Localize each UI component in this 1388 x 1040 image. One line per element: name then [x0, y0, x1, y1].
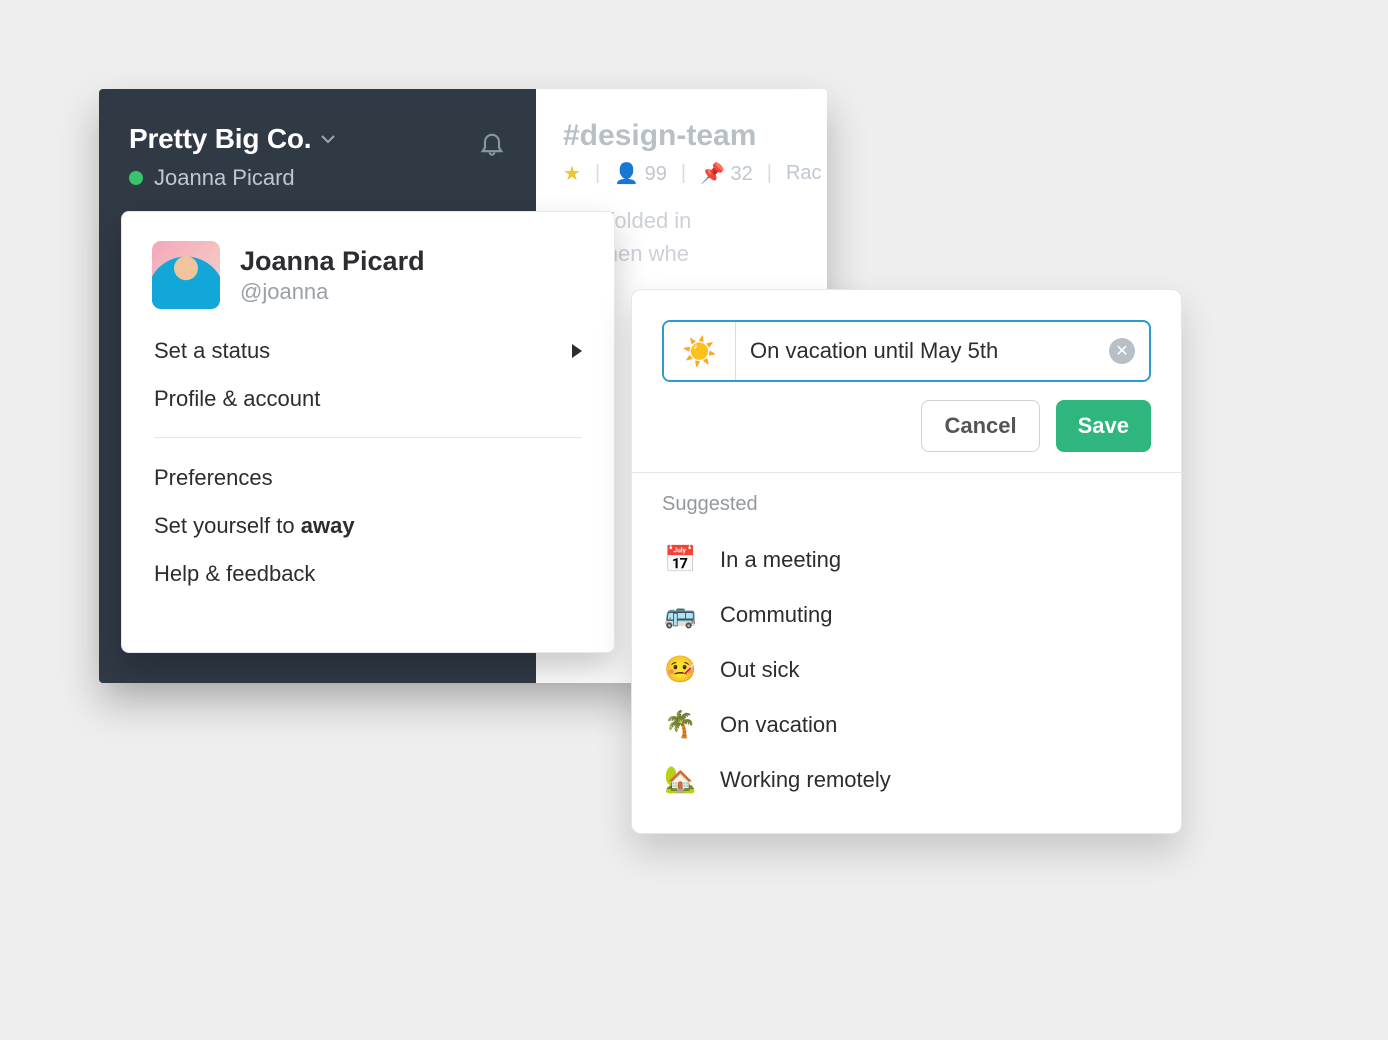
menu-item-preferences[interactable]: Preferences: [150, 454, 586, 502]
suggested-item-label: Working remotely: [720, 767, 891, 793]
sick-face-icon: 🤒: [664, 654, 696, 685]
suggested-item-label: Commuting: [720, 602, 832, 628]
status-input-field[interactable]: ☀️ On vacation until May 5th ✕: [662, 320, 1151, 382]
workspace-switcher[interactable]: Pretty Big Co.: [129, 123, 506, 155]
channel-topic-fragment: Rac: [786, 162, 822, 185]
save-button[interactable]: Save: [1056, 400, 1151, 452]
pins-count[interactable]: 📌 32: [700, 161, 753, 186]
menu-item-profile-account[interactable]: Profile & account: [150, 375, 586, 423]
presence-line[interactable]: Joanna Picard: [129, 165, 506, 191]
status-text-input[interactable]: On vacation until May 5th: [736, 338, 1109, 364]
calendar-icon: 📅: [664, 544, 696, 575]
cancel-button[interactable]: Cancel: [921, 400, 1039, 452]
avatar[interactable]: [152, 241, 220, 309]
chevron-down-icon: [321, 132, 335, 150]
suggested-item-label: On vacation: [720, 712, 837, 738]
close-icon: ✕: [1115, 341, 1128, 361]
bell-icon[interactable]: [478, 129, 506, 157]
suggested-item-remote[interactable]: 🏡 Working remotely: [662, 754, 1151, 805]
suggested-item-label: Out sick: [720, 657, 799, 683]
star-icon[interactable]: ★: [563, 161, 581, 186]
current-user-name: Joanna Picard: [154, 165, 295, 191]
bus-icon: 🚌: [664, 599, 696, 630]
house-icon: 🏡: [664, 764, 696, 795]
suggested-item-commuting[interactable]: 🚌 Commuting: [662, 589, 1151, 640]
status-emoji-picker[interactable]: ☀️: [664, 322, 736, 380]
user-menu-header: Joanna Picard @joanna: [122, 212, 614, 319]
palm-tree-icon: 🌴: [664, 709, 696, 740]
sun-icon: ☀️: [682, 335, 717, 368]
user-menu-name: Joanna Picard: [240, 246, 425, 277]
status-popover: ☀️ On vacation until May 5th ✕ Cancel Sa…: [631, 289, 1182, 834]
channel-name[interactable]: #design-team: [563, 119, 827, 153]
arrow-right-icon: [572, 344, 582, 358]
menu-separator: [154, 437, 582, 438]
workspace-name: Pretty Big Co.: [129, 123, 311, 155]
channel-meta: ★ | 👤 99 | 📌 32 | Rac: [563, 161, 827, 186]
suggested-heading: Suggested: [662, 493, 1151, 516]
clear-status-button[interactable]: ✕: [1109, 338, 1135, 364]
suggested-list: 📅 In a meeting 🚌 Commuting 🤒 Out sick 🌴 …: [662, 534, 1151, 805]
members-count[interactable]: 👤 99: [614, 161, 667, 186]
suggested-item-label: In a meeting: [720, 547, 841, 573]
suggested-item-meeting[interactable]: 📅 In a meeting: [662, 534, 1151, 585]
pin-icon: 📌: [700, 163, 725, 185]
person-icon: 👤: [614, 163, 639, 185]
user-menu-popover: Joanna Picard @joanna Set a status Profi…: [121, 211, 615, 653]
menu-item-set-away[interactable]: Set yourself to away: [150, 502, 586, 550]
suggested-item-out-sick[interactable]: 🤒 Out sick: [662, 644, 1151, 695]
menu-item-help-feedback[interactable]: Help & feedback: [150, 550, 586, 598]
user-menu-handle: @joanna: [240, 279, 425, 305]
presence-active-icon: [129, 171, 143, 185]
suggested-item-vacation[interactable]: 🌴 On vacation: [662, 699, 1151, 750]
menu-item-set-status[interactable]: Set a status: [150, 327, 586, 375]
